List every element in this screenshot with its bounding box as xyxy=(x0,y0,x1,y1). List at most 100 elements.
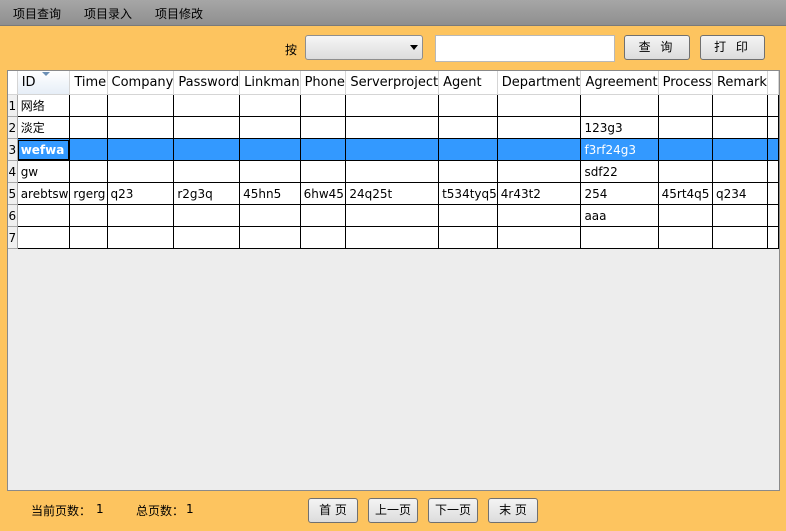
column-header-remark[interactable]: Remark xyxy=(712,71,768,95)
table-cell[interactable] xyxy=(173,116,241,139)
table-cell[interactable]: wefwa xyxy=(17,138,71,161)
column-header-department[interactable]: Department xyxy=(497,71,582,95)
table-cell[interactable] xyxy=(345,116,440,139)
table-cell[interactable] xyxy=(438,160,498,183)
table-cell[interactable] xyxy=(497,138,582,161)
table-cell[interactable] xyxy=(239,226,301,249)
table-cell[interactable]: rgerg xyxy=(69,182,108,205)
table-cell[interactable] xyxy=(300,116,347,139)
table-cell[interactable] xyxy=(239,160,301,183)
table-cell[interactable]: 45rt4q5 xyxy=(658,182,713,205)
table-row[interactable]: 6 aaa xyxy=(8,204,779,227)
menu-item-project-modify[interactable]: 项目修改 xyxy=(155,5,203,22)
table-cell[interactable] xyxy=(658,226,713,249)
table-cell[interactable] xyxy=(497,160,582,183)
table-cell[interactable] xyxy=(300,160,347,183)
table-cell[interactable] xyxy=(438,116,498,139)
table-cell[interactable] xyxy=(497,94,582,117)
table-cell[interactable] xyxy=(658,138,713,161)
table-cell[interactable] xyxy=(69,138,108,161)
table-cell[interactable] xyxy=(173,138,241,161)
table-cell[interactable] xyxy=(712,204,768,227)
table-cell[interactable]: 24q25t xyxy=(345,182,440,205)
menu-item-project-query[interactable]: 项目查询 xyxy=(13,5,61,22)
table-cell[interactable] xyxy=(69,226,108,249)
prev-page-button[interactable]: 上一页 xyxy=(368,498,418,523)
query-button[interactable]: 查 询 xyxy=(624,35,690,60)
table-cell[interactable] xyxy=(69,94,108,117)
print-button[interactable]: 打 印 xyxy=(700,35,765,60)
table-cell[interactable] xyxy=(658,94,713,117)
column-header-id[interactable]: ID xyxy=(17,71,71,95)
last-page-button[interactable]: 末 页 xyxy=(488,498,538,523)
column-header-company[interactable]: Company xyxy=(107,71,175,95)
table-cell[interactable] xyxy=(712,226,768,249)
table-cell[interactable] xyxy=(300,226,347,249)
table-cell[interactable] xyxy=(107,94,175,117)
table-cell[interactable]: 45hn5 xyxy=(239,182,301,205)
column-header-linkman[interactable]: Linkman xyxy=(239,71,301,95)
table-cell[interactable] xyxy=(658,204,713,227)
column-header-agreement[interactable]: Agreement xyxy=(580,71,659,95)
table-cell[interactable]: 254 xyxy=(580,182,659,205)
table-cell[interactable] xyxy=(239,204,301,227)
table-cell[interactable] xyxy=(69,204,108,227)
table-cell[interactable]: aaa xyxy=(580,204,659,227)
table-cell[interactable] xyxy=(300,204,347,227)
table-cell[interactable] xyxy=(712,160,768,183)
table-row[interactable]: 5 arebtsw rgerg q23 r2g3q 45hn5 6hw45 24q25t t53… xyxy=(8,182,779,205)
table-cell[interactable] xyxy=(712,138,768,161)
table-cell[interactable] xyxy=(107,160,175,183)
table-cell[interactable] xyxy=(239,138,301,161)
table-cell[interactable] xyxy=(107,226,175,249)
first-page-button[interactable]: 首 页 xyxy=(308,498,358,523)
table-cell[interactable] xyxy=(69,160,108,183)
table-cell[interactable]: 淡定 xyxy=(17,116,71,139)
table-cell[interactable]: arebtsw xyxy=(17,182,71,205)
search-input[interactable] xyxy=(435,35,615,62)
table-cell[interactable] xyxy=(712,94,768,117)
column-header-agent[interactable]: Agent xyxy=(438,71,498,95)
table-row[interactable]: 2 淡定 123g3 xyxy=(8,116,779,139)
next-page-button[interactable]: 下一页 xyxy=(428,498,478,523)
table-cell[interactable]: 6hw45 xyxy=(300,182,347,205)
table-cell[interactable] xyxy=(438,94,498,117)
table-cell[interactable] xyxy=(300,138,347,161)
table-cell[interactable] xyxy=(173,94,241,117)
table-cell[interactable] xyxy=(497,226,582,249)
table-cell[interactable] xyxy=(107,116,175,139)
table-cell[interactable] xyxy=(173,160,241,183)
table-cell[interactable] xyxy=(712,116,768,139)
table-cell[interactable]: 123g3 xyxy=(580,116,659,139)
table-cell[interactable] xyxy=(438,138,498,161)
column-header-time[interactable]: Time xyxy=(69,71,108,95)
table-cell[interactable] xyxy=(438,226,498,249)
data-grid[interactable]: ID Time Company Password Linkman Phone Serverp… xyxy=(7,70,780,491)
table-cell[interactable] xyxy=(239,116,301,139)
column-header-process[interactable]: Process xyxy=(658,71,713,95)
table-cell[interactable] xyxy=(580,226,659,249)
table-cell[interactable] xyxy=(497,116,582,139)
table-cell[interactable] xyxy=(17,226,71,249)
column-header-phone[interactable]: Phone xyxy=(300,71,347,95)
table-cell[interactable] xyxy=(173,204,241,227)
table-cell[interactable]: gw xyxy=(17,160,71,183)
table-cell[interactable]: r2g3q xyxy=(173,182,241,205)
table-row[interactable]: 7 xyxy=(8,226,779,249)
column-header-password[interactable]: Password xyxy=(173,71,241,95)
search-field-combo[interactable] xyxy=(305,35,423,60)
table-cell[interactable] xyxy=(658,160,713,183)
table-cell[interactable] xyxy=(497,204,582,227)
table-cell[interactable] xyxy=(345,204,440,227)
table-cell[interactable] xyxy=(17,204,71,227)
table-cell[interactable] xyxy=(107,138,175,161)
table-cell[interactable] xyxy=(239,94,301,117)
table-row[interactable]: 4 gw sdf22 xyxy=(8,160,779,183)
table-cell[interactable] xyxy=(345,138,440,161)
table-cell[interactable] xyxy=(580,94,659,117)
table-cell[interactable] xyxy=(173,226,241,249)
table-cell[interactable]: q23 xyxy=(107,182,175,205)
table-cell[interactable]: f3rf24g3 xyxy=(580,138,659,161)
table-cell[interactable]: q234 xyxy=(712,182,768,205)
table-cell[interactable] xyxy=(345,160,440,183)
